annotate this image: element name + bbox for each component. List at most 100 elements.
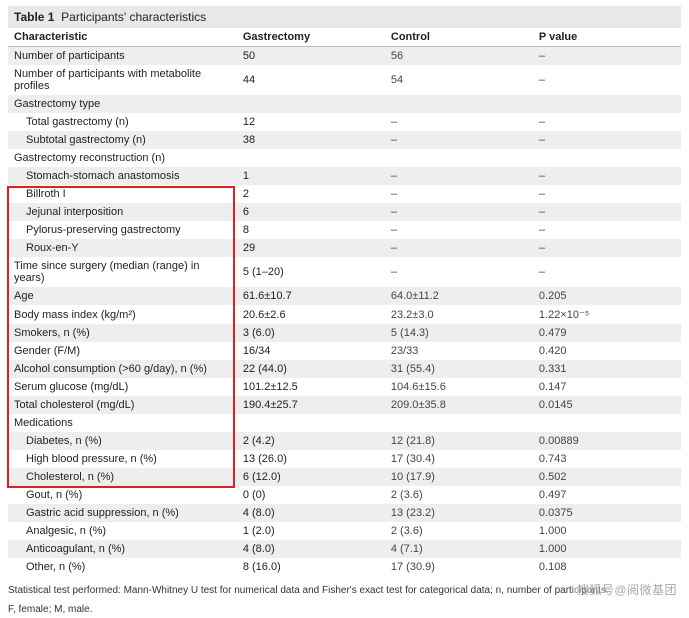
cell-pvalue: 0.0375 xyxy=(533,504,681,522)
cell-gastrectomy: 61.6±10.7 xyxy=(237,287,385,305)
cell-control: 4 (7.1) xyxy=(385,540,533,558)
cell-label: Jejunal interposition xyxy=(8,203,237,221)
cell-label: Anticoagulant, n (%) xyxy=(8,540,237,558)
cell-pvalue: – xyxy=(533,65,681,95)
table-row: Gastrectomy type xyxy=(8,95,681,113)
cell-pvalue: – xyxy=(533,167,681,185)
table-row: Other, n (%)8 (16.0)17 (30.9)0.108 xyxy=(8,558,681,576)
cell-control: 54 xyxy=(385,65,533,95)
cell-pvalue: 1.000 xyxy=(533,522,681,540)
characteristics-table: Characteristic Gastrectomy Control P val… xyxy=(8,28,681,576)
header-characteristic: Characteristic xyxy=(8,28,237,47)
table-row: Subtotal gastrectomy (n)38–– xyxy=(8,131,681,149)
table-row: Pylorus-preserving gastrectomy8–– xyxy=(8,221,681,239)
cell-pvalue: 0.331 xyxy=(533,360,681,378)
cell-label: Cholesterol, n (%) xyxy=(8,468,237,486)
table-row: Stomach-stomach anastomosis1–– xyxy=(8,167,681,185)
cell-label: Gender (F/M) xyxy=(8,342,237,360)
cell-pvalue: 0.205 xyxy=(533,287,681,305)
cell-gastrectomy: 0 (0) xyxy=(237,486,385,504)
header-control: Control xyxy=(385,28,533,47)
cell-label: Gastrectomy type xyxy=(8,95,237,113)
cell-pvalue: 1.22×10⁻⁵ xyxy=(533,305,681,324)
cell-gastrectomy xyxy=(237,414,385,432)
table-row: Serum glucose (mg/dL)101.2±12.5104.6±15.… xyxy=(8,378,681,396)
table-row: Alcohol consumption (>60 g/day), n (%)22… xyxy=(8,360,681,378)
table-row: Total gastrectomy (n)12–– xyxy=(8,113,681,131)
cell-label: Total gastrectomy (n) xyxy=(8,113,237,131)
cell-gastrectomy: 2 (4.2) xyxy=(237,432,385,450)
cell-pvalue: 0.502 xyxy=(533,468,681,486)
cell-control: 2 (3.6) xyxy=(385,486,533,504)
table-row: Smokers, n (%)3 (6.0)5 (14.3)0.479 xyxy=(8,324,681,342)
cell-gastrectomy: 101.2±12.5 xyxy=(237,378,385,396)
cell-label: Age xyxy=(8,287,237,305)
cell-label: Roux-en-Y xyxy=(8,239,237,257)
cell-control: 56 xyxy=(385,47,533,66)
cell-pvalue xyxy=(533,149,681,167)
cell-pvalue: – xyxy=(533,47,681,66)
table-row: Total cholesterol (mg/dL)190.4±25.7209.0… xyxy=(8,396,681,414)
cell-label: Gastrectomy reconstruction (n) xyxy=(8,149,237,167)
cell-label: Alcohol consumption (>60 g/day), n (%) xyxy=(8,360,237,378)
cell-label: Billroth I xyxy=(8,185,237,203)
table-row: Gastrectomy reconstruction (n) xyxy=(8,149,681,167)
table-row: Diabetes, n (%)2 (4.2)12 (21.8)0.00889 xyxy=(8,432,681,450)
cell-gastrectomy: 50 xyxy=(237,47,385,66)
cell-gastrectomy: 12 xyxy=(237,113,385,131)
cell-pvalue: 0.108 xyxy=(533,558,681,576)
cell-label: Body mass index (kg/m²) xyxy=(8,305,237,324)
header-pvalue: P value xyxy=(533,28,681,47)
table-row: Roux-en-Y29–– xyxy=(8,239,681,257)
cell-gastrectomy: 5 (1–20) xyxy=(237,257,385,287)
cell-control: 13 (23.2) xyxy=(385,504,533,522)
cell-label: Pylorus-preserving gastrectomy xyxy=(8,221,237,239)
cell-control: 64.0±11.2 xyxy=(385,287,533,305)
table-row: Time since surgery (median (range) in ye… xyxy=(8,257,681,287)
table-row: Cholesterol, n (%)6 (12.0)10 (17.9)0.502 xyxy=(8,468,681,486)
cell-pvalue: 0.420 xyxy=(533,342,681,360)
cell-control: 12 (21.8) xyxy=(385,432,533,450)
table-header-row: Characteristic Gastrectomy Control P val… xyxy=(8,28,681,47)
cell-gastrectomy: 8 (16.0) xyxy=(237,558,385,576)
cell-pvalue: 0.497 xyxy=(533,486,681,504)
cell-control: 23.2±3.0 xyxy=(385,305,533,324)
table-row: Number of participants5056– xyxy=(8,47,681,66)
cell-pvalue: – xyxy=(533,221,681,239)
table-row: Gender (F/M)16/3423/330.420 xyxy=(8,342,681,360)
cell-gastrectomy: 29 xyxy=(237,239,385,257)
cell-label: Number of participants xyxy=(8,47,237,66)
table-row: Age61.6±10.764.0±11.20.205 xyxy=(8,287,681,305)
cell-pvalue: – xyxy=(533,113,681,131)
cell-control: 31 (55.4) xyxy=(385,360,533,378)
cell-pvalue: – xyxy=(533,185,681,203)
cell-gastrectomy: 3 (6.0) xyxy=(237,324,385,342)
cell-label: Subtotal gastrectomy (n) xyxy=(8,131,237,149)
cell-control xyxy=(385,95,533,113)
header-gastrectomy: Gastrectomy xyxy=(237,28,385,47)
table-title: Participants' characteristics xyxy=(61,10,206,24)
cell-label: Gastric acid suppression, n (%) xyxy=(8,504,237,522)
cell-label: Smokers, n (%) xyxy=(8,324,237,342)
cell-label: Medications xyxy=(8,414,237,432)
table-number: Table 1 xyxy=(14,10,54,24)
table-row: Billroth I2–– xyxy=(8,185,681,203)
cell-gastrectomy: 20.6±2.6 xyxy=(237,305,385,324)
cell-control: – xyxy=(385,131,533,149)
cell-label: Stomach-stomach anastomosis xyxy=(8,167,237,185)
cell-gastrectomy: 1 (2.0) xyxy=(237,522,385,540)
cell-pvalue: 0.147 xyxy=(533,378,681,396)
cell-label: Total cholesterol (mg/dL) xyxy=(8,396,237,414)
cell-pvalue: 0.743 xyxy=(533,450,681,468)
cell-gastrectomy: 1 xyxy=(237,167,385,185)
table-row: Anticoagulant, n (%)4 (8.0)4 (7.1)1.000 xyxy=(8,540,681,558)
cell-pvalue xyxy=(533,95,681,113)
table-row: Analgesic, n (%)1 (2.0)2 (3.6)1.000 xyxy=(8,522,681,540)
cell-label: Time since surgery (median (range) in ye… xyxy=(8,257,237,287)
cell-pvalue: – xyxy=(533,239,681,257)
cell-gastrectomy: 6 xyxy=(237,203,385,221)
table-row: Jejunal interposition6–– xyxy=(8,203,681,221)
cell-control: – xyxy=(385,113,533,131)
table-row: Number of participants with metabolite p… xyxy=(8,65,681,95)
cell-control: 2 (3.6) xyxy=(385,522,533,540)
